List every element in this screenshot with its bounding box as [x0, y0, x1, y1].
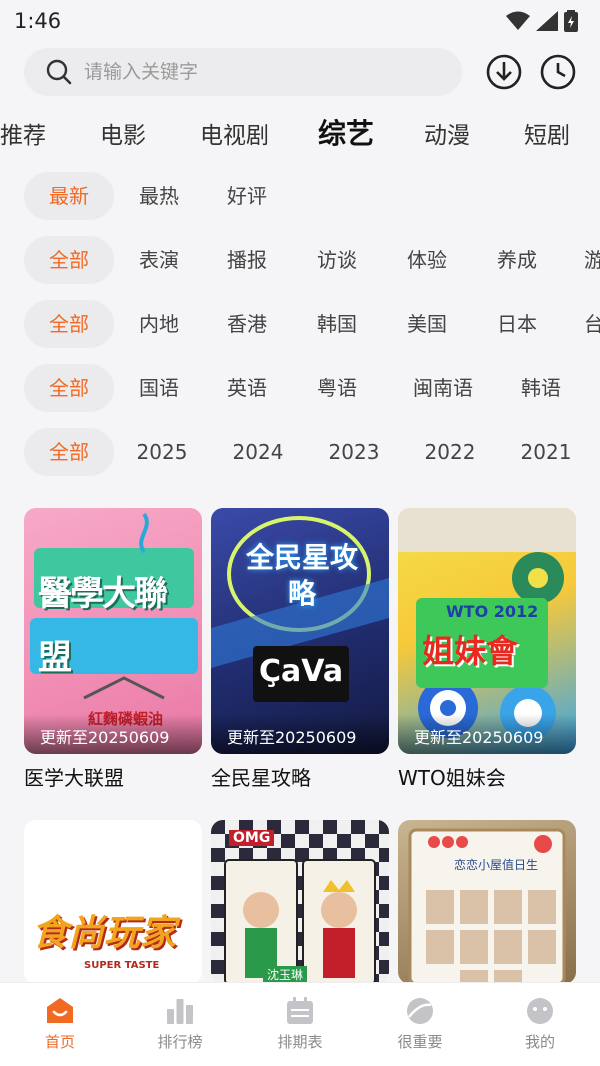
filter-row-language: 全部 国语 英语 粤语 闽南语 韩语 [0, 364, 600, 416]
filter-row-year: 全部 2025 2024 2023 2022 2021 [0, 428, 600, 480]
chip-region-taiwan[interactable]: 台 [584, 300, 600, 348]
search-row [0, 44, 600, 104]
chip-type-raise[interactable]: 养成 [480, 236, 554, 284]
update-badge: 更新至20250609 [24, 714, 202, 754]
nav-home[interactable]: 首页 [0, 983, 120, 1066]
show-poster[interactable]: OMG 沈玉琳 [211, 820, 389, 984]
poster-title-text: 食尚玩家 [32, 913, 177, 954]
chip-region-mainland[interactable]: 内地 [122, 300, 196, 348]
chip-lang-korean[interactable]: 韩语 [504, 364, 578, 412]
chip-year-2022[interactable]: 2022 [412, 428, 488, 476]
chip-region-all[interactable]: 全部 [24, 300, 114, 348]
chip-region-japan[interactable]: 日本 [480, 300, 554, 348]
poster-art [408, 828, 566, 984]
show-title[interactable]: 医学大联盟 [24, 762, 202, 791]
status-bar: 1:46 [0, 0, 600, 42]
battery-icon [564, 10, 578, 32]
filter-row-type: 全部 表演 播报 访谈 体验 养成 游 [0, 236, 600, 288]
poster-title-text: 醫學大聯盟 [38, 574, 168, 678]
tab-variety[interactable]: 综艺 [318, 112, 374, 152]
show-card[interactable]: 醫學大聯盟 紅麴磷蝦油 更新至20250609 医学大联盟 [24, 508, 202, 791]
search-input[interactable] [84, 61, 414, 83]
chip-year-2021[interactable]: 2021 [508, 428, 584, 476]
nav-profile[interactable]: 我的 [480, 983, 600, 1066]
chip-type-broadcast[interactable]: 播报 [210, 236, 284, 284]
filter-row-region: 全部 内地 香港 韩国 美国 日本 台 [0, 300, 600, 352]
chip-lang-cantonese[interactable]: 粤语 [300, 364, 374, 412]
planet-icon [407, 998, 433, 1024]
filter-row-sort: 最新 最热 好评 [0, 172, 600, 224]
wifi-icon [506, 11, 530, 30]
chip-year-2024[interactable]: 2024 [220, 428, 296, 476]
nav-schedule[interactable]: 排期表 [240, 983, 360, 1066]
update-badge: 更新至20250609 [398, 714, 576, 754]
show-poster[interactable]: WTO 2012 姐妹會 更新至20250609 [398, 508, 576, 754]
nav-ranking-label: 排行榜 [157, 1033, 203, 1051]
nav-ranking[interactable]: 排行榜 [120, 983, 240, 1066]
signal-icon [536, 11, 558, 31]
chip-region-korea[interactable]: 韩国 [300, 300, 374, 348]
poster-title-text: OMG [229, 830, 275, 846]
tab-short[interactable]: 短剧 [524, 116, 570, 150]
ranking-icon [167, 999, 193, 1024]
chip-type-interview[interactable]: 访谈 [300, 236, 374, 284]
chip-region-usa[interactable]: 美国 [390, 300, 464, 348]
show-card[interactable]: OMG 沈玉琳 [211, 820, 389, 984]
show-poster[interactable]: 食尚玩家 SUPER TASTE [24, 820, 202, 984]
poster-subtitle-text: 沈玉琳 [263, 966, 308, 983]
nav-profile-label: 我的 [524, 1033, 555, 1051]
home-icon [47, 998, 73, 1023]
chip-lang-mandarin[interactable]: 国语 [122, 364, 196, 412]
chip-type-all[interactable]: 全部 [24, 236, 114, 284]
calendar-icon [287, 997, 313, 1024]
category-tabs: 推荐 电影 电视剧 综艺 动漫 短剧 [0, 106, 600, 162]
poster-title-text: 全民星攻略 [245, 541, 358, 610]
show-card[interactable]: 全民星攻略 ÇaVa 更新至20250609 全民星攻略 [211, 508, 389, 791]
profile-icon [527, 998, 553, 1024]
show-card[interactable]: WTO 2012 姐妹會 更新至20250609 WTO姐妹会 [398, 508, 576, 791]
poster-subtitle-text: WTO 2012 [446, 602, 539, 621]
chip-type-experience[interactable]: 体验 [390, 236, 464, 284]
chip-year-all[interactable]: 全部 [24, 428, 114, 476]
show-title[interactable]: WTO姐妹会 [398, 762, 576, 791]
status-icons [506, 10, 578, 32]
chip-type-travel[interactable]: 游 [584, 236, 600, 284]
nav-home-label: 首页 [44, 1033, 75, 1051]
history-icon[interactable] [540, 54, 576, 90]
search-icon [46, 59, 72, 85]
chip-lang-all[interactable]: 全部 [24, 364, 114, 412]
poster-title-text: 恋恋小屋值日生 [454, 858, 539, 872]
chip-year-2025[interactable]: 2025 [124, 428, 200, 476]
chip-sort-rating[interactable]: 好评 [210, 172, 284, 220]
chip-sort-latest[interactable]: 最新 [24, 172, 114, 220]
chip-lang-hokkien[interactable]: 闽南语 [396, 364, 490, 412]
show-card[interactable]: 恋恋小屋值日生 [398, 820, 576, 984]
search-box[interactable] [24, 48, 462, 96]
show-card[interactable]: 食尚玩家 SUPER TASTE [24, 820, 202, 984]
status-time: 1:46 [14, 9, 62, 33]
chip-sort-hot[interactable]: 最热 [122, 172, 196, 220]
nav-schedule-label: 排期表 [277, 1033, 323, 1051]
update-badge: 更新至20250609 [211, 714, 389, 754]
poster-subtitle-text: ÇaVa [259, 654, 344, 689]
show-title[interactable]: 全民星攻略 [211, 762, 389, 791]
show-poster[interactable]: 醫學大聯盟 紅麴磷蝦油 更新至20250609 [24, 508, 202, 754]
show-poster[interactable]: 全民星攻略 ÇaVa 更新至20250609 [211, 508, 389, 754]
show-poster[interactable]: 恋恋小屋值日生 [398, 820, 576, 984]
download-icon[interactable] [486, 54, 522, 90]
bottom-nav: 首页 排行榜 排期表 很重要 我的 [0, 982, 600, 1066]
nav-important[interactable]: 很重要 [360, 983, 480, 1066]
nav-important-label: 很重要 [397, 1033, 443, 1051]
poster-subtitle-text: SUPER TASTE [84, 960, 160, 971]
poster-title-text: 姐妹會 [422, 632, 519, 670]
chip-region-hongkong[interactable]: 香港 [210, 300, 284, 348]
tab-movie[interactable]: 电影 [100, 116, 146, 150]
chip-type-perform[interactable]: 表演 [122, 236, 196, 284]
chip-year-2023[interactable]: 2023 [316, 428, 392, 476]
tab-tv[interactable]: 电视剧 [200, 116, 269, 150]
tab-recommend[interactable]: 推荐 [0, 116, 46, 150]
chip-lang-english[interactable]: 英语 [210, 364, 284, 412]
tab-anime[interactable]: 动漫 [424, 116, 470, 150]
